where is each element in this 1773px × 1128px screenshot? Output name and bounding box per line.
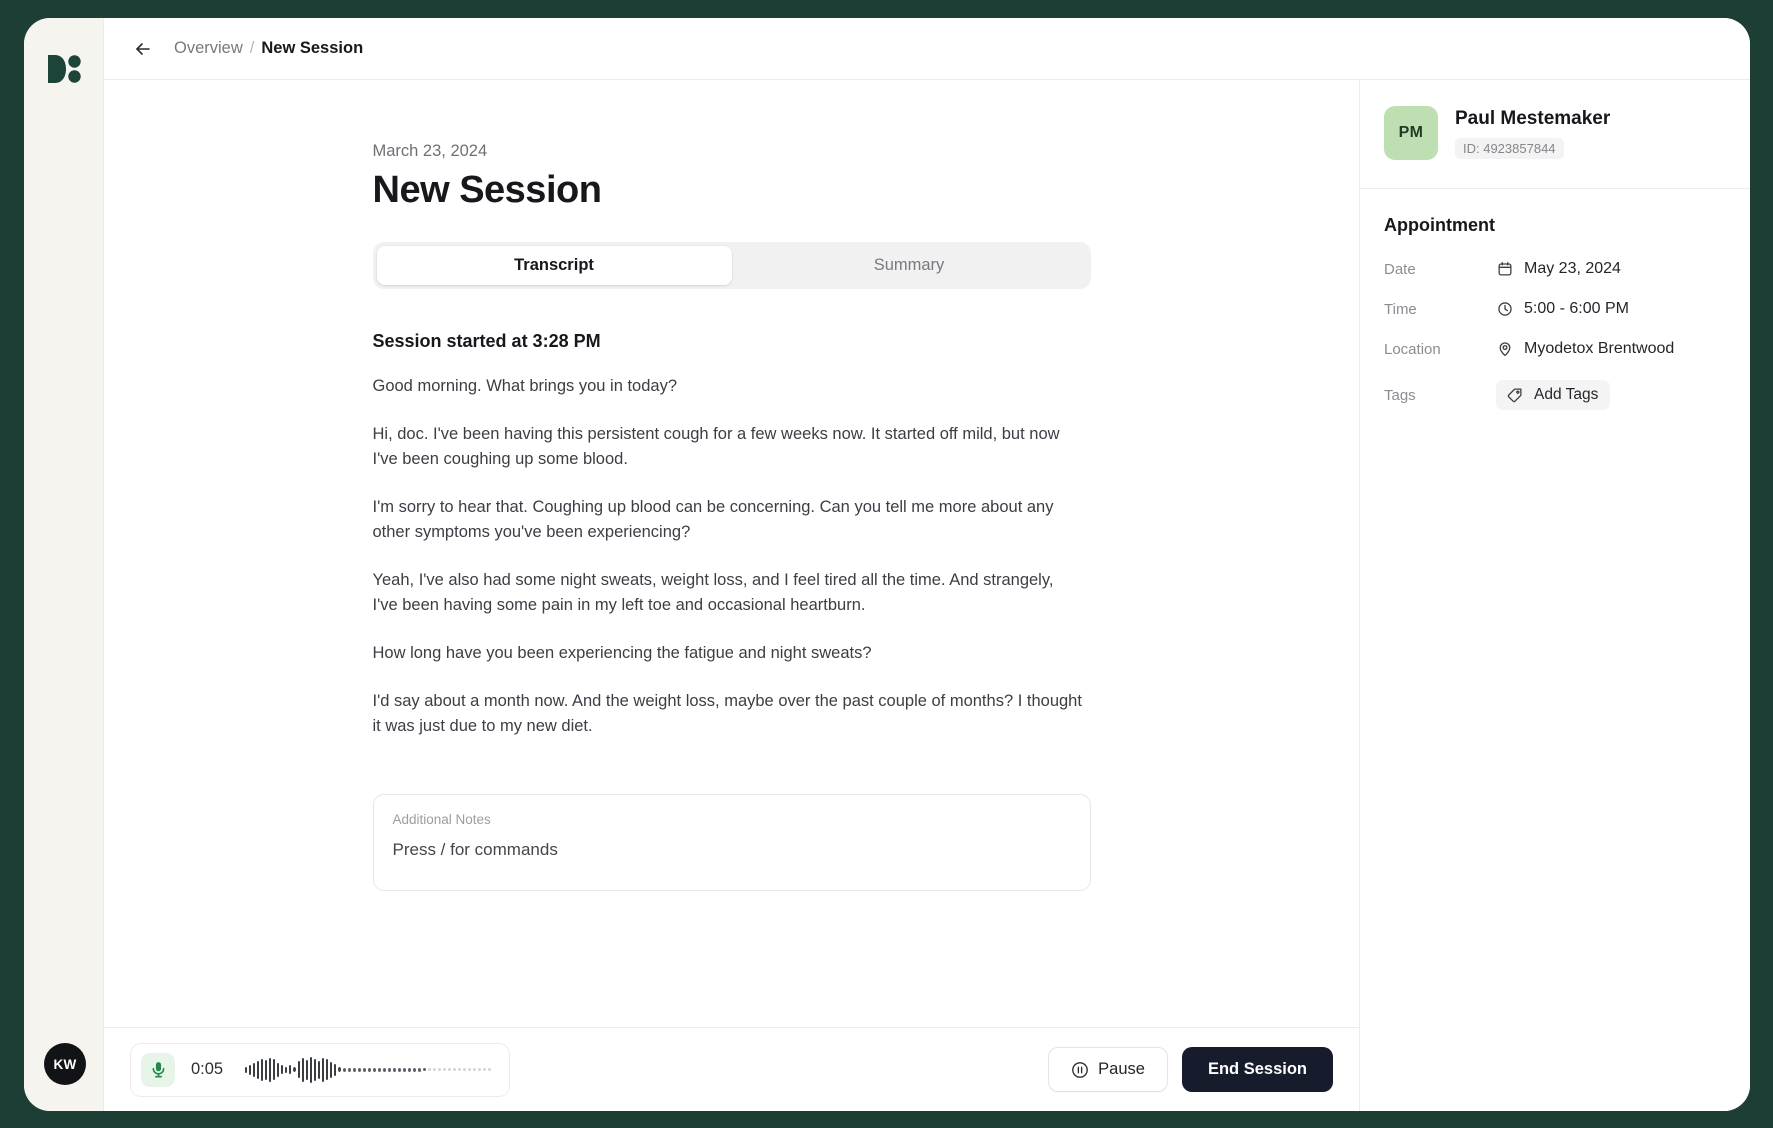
appointment-tags-label: Tags <box>1384 386 1416 404</box>
additional-notes-editor[interactable]: Additional Notes Press / for commands <box>372 793 1091 891</box>
tab-transcript[interactable]: Transcript <box>376 246 732 285</box>
patient-header[interactable]: PM Paul Mestemaker ID: 4923857844 <box>1360 80 1750 189</box>
transcript-line: How long have you been experiencing the … <box>372 643 872 662</box>
transcript-line: I'm sorry to hear that. Coughing up bloo… <box>372 497 1054 542</box>
breadcrumb-separator: / <box>249 39 255 57</box>
appointment-section: Appointment Date May 23, 2024 Time 5:00 … <box>1360 189 1750 432</box>
main-column: March 23, 2024 New Session Transcript Su… <box>104 80 1360 1111</box>
tab-summary[interactable]: Summary <box>732 246 1087 285</box>
additional-notes-label: Additional Notes <box>392 811 491 827</box>
left-rail: KW <box>24 18 104 1111</box>
appointment-tags-row: Tags Add Tags <box>1384 380 1726 410</box>
breadcrumb: Overview / New Session <box>174 39 363 58</box>
appointment-heading: Appointment <box>1384 215 1495 235</box>
breadcrumb-current: New Session <box>261 39 364 57</box>
appointment-location-row: Location Myodetox Brentwood <box>1384 340 1726 358</box>
app-shell: Overview / New Session March 23, 2024 Ne… <box>104 18 1750 1111</box>
arrow-left-icon <box>136 42 150 55</box>
transcript-line: Hi, doc. I've been having this persisten… <box>372 424 1060 469</box>
appointment-location-value-wrap[interactable]: Myodetox Brentwood <box>1496 340 1674 358</box>
transcript-line: I'd say about a month now. And the weigh… <box>372 691 1082 736</box>
appointment-time-value-wrap[interactable]: 5:00 - 6:00 PM <box>1496 300 1629 318</box>
topbar: Overview / New Session <box>104 18 1750 80</box>
tab-group: Transcript Summary <box>372 242 1091 289</box>
end-session-label: End Session <box>1207 1060 1307 1078</box>
transcript-line: Good morning. What brings you in today? <box>372 377 678 395</box>
appointment-location-value: Myodetox Brentwood <box>1524 340 1675 357</box>
notes-wrapper: Additional Notes Press / for commands <box>372 793 1091 931</box>
appointment-location-label: Location <box>1384 340 1441 358</box>
patient-identity: Paul Mestemaker ID: 4923857844 <box>1455 108 1610 159</box>
body-split: March 23, 2024 New Session Transcript Su… <box>104 80 1750 1111</box>
appointment-time-value: 5:00 - 6:00 PM <box>1524 300 1629 317</box>
patient-id-badge: ID: 4923857844 <box>1455 137 1564 159</box>
patient-avatar-initials: PM <box>1398 124 1424 141</box>
breadcrumb-overview[interactable]: Overview <box>174 39 243 58</box>
user-avatar-initials: KW <box>53 1056 77 1072</box>
clock-icon <box>1496 300 1514 318</box>
details-panel: PM Paul Mestemaker ID: 4923857844 Appoin… <box>1360 80 1750 1111</box>
user-avatar[interactable]: KW <box>44 1043 86 1085</box>
recording-bar: 0:05 Pause End Session <box>104 1027 1359 1111</box>
appointment-date-value-wrap[interactable]: May 23, 2024 <box>1496 260 1621 278</box>
appointment-time-label: Time <box>1384 300 1417 318</box>
app-window: KW Overview / New Session March 23, 2024… <box>24 18 1750 1111</box>
patient-avatar: PM <box>1384 106 1438 160</box>
session-document: March 23, 2024 New Session Transcript Su… <box>372 80 1091 740</box>
map-pin-icon <box>1496 340 1514 358</box>
transcript-heading: Session started at 3:28 PM <box>372 331 601 351</box>
elapsed-time: 0:05 <box>191 1060 224 1078</box>
audio-waveform <box>245 1055 491 1085</box>
add-tags-label: Add Tags <box>1534 386 1599 403</box>
calendar-icon <box>1496 260 1514 278</box>
appointment-date-value: May 23, 2024 <box>1524 260 1621 277</box>
session-scroll-area[interactable]: March 23, 2024 New Session Transcript Su… <box>104 80 1359 1027</box>
additional-notes-placeholder: Press / for commands <box>392 839 558 859</box>
back-button[interactable] <box>130 36 156 62</box>
add-tags-button[interactable]: Add Tags <box>1496 380 1611 410</box>
end-session-button[interactable]: End Session <box>1181 1047 1333 1092</box>
page-title: New Session <box>372 169 602 211</box>
microphone-icon[interactable] <box>141 1052 175 1087</box>
recorder-pill[interactable]: 0:05 <box>130 1042 510 1097</box>
pause-button-label: Pause <box>1098 1060 1145 1078</box>
transcript-line: Yeah, I've also had some night sweats, w… <box>372 570 1054 615</box>
appointment-time-row: Time 5:00 - 6:00 PM <box>1384 300 1726 318</box>
tag-icon <box>1506 386 1524 404</box>
leaf-dots-logo-icon[interactable] <box>45 50 83 88</box>
appointment-date-label: Date <box>1384 260 1416 278</box>
session-date: March 23, 2024 <box>372 142 488 160</box>
patient-name: Paul Mestemaker <box>1455 107 1611 129</box>
appointment-date-row: Date May 23, 2024 <box>1384 260 1726 278</box>
pause-button[interactable]: Pause <box>1048 1047 1168 1092</box>
pause-circle-icon <box>1072 1061 1089 1078</box>
